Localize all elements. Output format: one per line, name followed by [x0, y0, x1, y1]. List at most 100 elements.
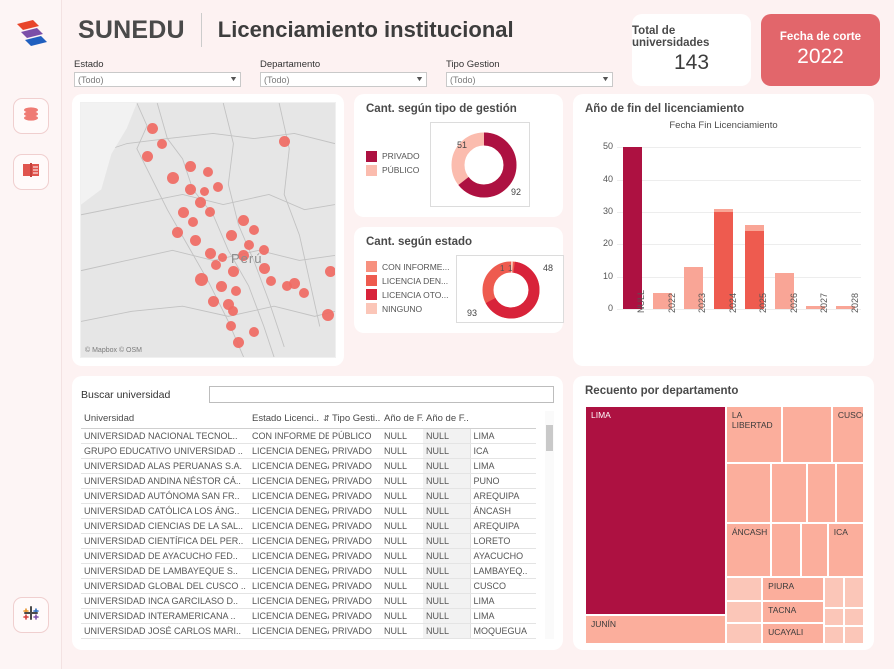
map-marker[interactable] [210, 260, 221, 271]
sidebar-item-tableau[interactable] [13, 597, 49, 633]
table-column-header[interactable]: Estado Licenci..⇵ [249, 411, 329, 429]
treemap-cell[interactable] [844, 577, 864, 609]
table-row[interactable]: UNIVERSIDAD DE AYACUCHO FED.. LICENCIA DE… [81, 548, 536, 564]
table-row[interactable]: UNIVERSIDAD ALAS PERUANAS S.A. LICENCIA D… [81, 458, 536, 474]
x-axis-tick: 2028 [849, 292, 860, 313]
panel-table: Buscar universidad Universidad Estado Lic… [72, 376, 563, 650]
table-row[interactable]: UNIVERSIDAD INCA GARCILASO D.. LICENCIA D… [81, 593, 536, 609]
treemap-cell[interactable] [844, 608, 864, 627]
table-header-row: UniversidadEstado Licenci..⇵Tipo Gesti..… [81, 411, 536, 429]
map-marker[interactable] [213, 181, 224, 192]
treemap-cell[interactable] [770, 522, 802, 578]
treemap-cell[interactable] [801, 522, 828, 578]
treemap-cell[interactable]: ÁNCASH [725, 522, 771, 578]
estado-donut[interactable]: 1 1 48 93 [455, 255, 564, 323]
treemap-cell[interactable] [836, 463, 864, 523]
table-row[interactable]: UNIVERSIDAD AUTÓNOMA SAN FR.. LICENCIA DE… [81, 488, 536, 504]
bar-segment-base [622, 147, 642, 309]
filter-tipo-gestion-dropdown[interactable]: (Todo) ▼ [446, 72, 613, 87]
filter-tipo-gestion-label: Tipo Gestion [446, 59, 500, 70]
table-column-header[interactable]: Año de F.. [381, 411, 423, 429]
legend-item[interactable]: LICENCIA OTO... [366, 289, 450, 300]
map-marker[interactable] [157, 138, 168, 149]
table-column-header[interactable] [470, 411, 536, 429]
treemap-chart[interactable]: LIMA JUNÍN LA LIBERTAD CUSCO ÁNCASH ICA PIURA T… [585, 406, 864, 644]
map-marker[interactable] [225, 230, 237, 241]
map-marker[interactable] [177, 207, 189, 219]
filter-departamento-dropdown[interactable]: (Todo) ▼ [260, 72, 427, 87]
table-row[interactable]: UNIVERSIDAD GLOBAL DEL CUSCO .. LICENCIA … [81, 578, 536, 594]
treemap-cell[interactable] [823, 577, 845, 609]
table-scrollbar[interactable] [545, 411, 554, 639]
table-row[interactable]: GRUPO EDUCATIVO UNIVERSIDAD .. LICENCIA D… [81, 443, 536, 459]
treemap-cell[interactable] [725, 622, 763, 644]
legend-item[interactable]: LICENCIA DEN... [366, 275, 450, 286]
legend-item[interactable]: PÚBLICO [366, 164, 420, 176]
treemap-cell[interactable] [823, 608, 845, 627]
treemap-cell[interactable] [725, 463, 771, 523]
map-marker[interactable] [215, 280, 227, 292]
map-marker[interactable] [322, 308, 335, 321]
map-marker[interactable] [248, 326, 259, 337]
map-marker[interactable] [208, 296, 219, 308]
peru-map[interactable]: Perú © Mapbox © OSM [80, 102, 336, 358]
panel-estado: Cant. según estado CON INFORME... LICENC… [354, 227, 564, 333]
treemap-cell[interactable] [725, 577, 763, 602]
table-row[interactable]: UNIVERSIDAD CATÓLICA LOS ÁNG.. LICENCIA D… [81, 503, 536, 519]
treemap-cell[interactable]: JUNÍN [585, 615, 726, 644]
legend-item[interactable]: PRIVADO [366, 150, 420, 162]
treemap-cell[interactable]: CUSCO [831, 406, 864, 464]
table-row[interactable]: UNIVERSIDAD CIENCIAS DE LA SAL.. LICENCIA… [81, 518, 536, 534]
treemap-cell[interactable] [725, 601, 763, 623]
table-row[interactable]: UNIVERSIDAD NACIONAL TECNOL.. CON INFORME… [81, 428, 536, 444]
treemap-cell[interactable] [806, 463, 837, 523]
map-marker[interactable] [167, 171, 180, 184]
filter-estado-dropdown[interactable]: (Todo) ▼ [74, 72, 241, 87]
map-panel[interactable]: Perú © Mapbox © OSM [72, 94, 344, 366]
treemap-cell[interactable]: LA LIBERTAD [725, 406, 782, 464]
table-column-header[interactable]: Universidad [81, 411, 249, 429]
sidebar-item-data-source[interactable] [12, 98, 49, 134]
map-marker[interactable] [243, 240, 254, 251]
table-cell: UNIVERSIDAD ANDINA NÉSTOR CÁ.. [81, 473, 249, 489]
sort-icon[interactable]: ⇵ [323, 414, 329, 423]
bar[interactable] [622, 147, 642, 309]
table-scroll-thumb[interactable] [546, 425, 553, 451]
treemap-cell[interactable]: UCAYALI [762, 622, 824, 644]
map-marker[interactable] [187, 217, 198, 228]
treemap-cell-label: LIMA [591, 410, 611, 420]
table-column-header[interactable]: Tipo Gesti.. [329, 411, 381, 429]
search-input[interactable] [209, 386, 554, 403]
table-row[interactable]: UNIVERSIDAD LATINOAMERICANA LICENCIA DEN… [81, 638, 536, 639]
treemap-cell[interactable]: ICA [827, 522, 864, 578]
table-row[interactable]: UNIVERSIDAD CIENTÍFICA DEL PER.. LICENCIA… [81, 533, 536, 549]
treemap-cell[interactable] [823, 626, 845, 644]
table-container[interactable]: UniversidadEstado Licenci..⇵Tipo Gesti..… [81, 411, 554, 639]
treemap-cell[interactable]: PIURA [762, 577, 824, 602]
gestion-donut[interactable]: 51 92 [429, 122, 530, 207]
table-row[interactable]: UNIVERSIDAD DE LAMBAYEQUE S.. LICENCIA DE… [81, 563, 536, 579]
bar-chart-plot[interactable]: Recuento de Universidad 01020304050NULL2… [581, 137, 865, 355]
map-marker[interactable] [228, 265, 240, 277]
table-cell: NULL [423, 593, 470, 609]
map-marker[interactable] [324, 265, 335, 277]
treemap-cell[interactable] [781, 406, 832, 464]
treemap-cell[interactable]: TACNA [762, 601, 824, 623]
map-marker[interactable] [230, 285, 241, 296]
treemap-cell[interactable]: LIMA [585, 406, 726, 616]
sidebar-item-catalog[interactable] [12, 154, 49, 190]
table-column-header[interactable]: Año de F.. [423, 411, 470, 429]
table-cell: NULL [381, 503, 423, 519]
treemap-cell[interactable] [770, 463, 807, 523]
table-row[interactable]: UNIVERSIDAD INTERAMERICANA .. LICENCIA DE… [81, 608, 536, 624]
treemap-cell[interactable] [844, 626, 864, 644]
table-cell: UNIVERSIDAD CIENTÍFICA DEL PER.. [81, 533, 249, 549]
estado-body: CON INFORME... LICENCIA DEN... LICENCIA … [354, 255, 564, 333]
map-marker[interactable] [218, 252, 228, 262]
table-row[interactable]: UNIVERSIDAD ANDINA NÉSTOR CÁ.. LICENCIA D… [81, 473, 536, 489]
map-marker[interactable] [248, 224, 259, 235]
legend-item[interactable]: NINGUNO [366, 303, 450, 314]
map-marker[interactable] [202, 166, 213, 177]
legend-item[interactable]: CON INFORME... [366, 261, 450, 272]
table-row[interactable]: UNIVERSIDAD JOSÉ CARLOS MARI.. LICENCIA D… [81, 623, 536, 639]
